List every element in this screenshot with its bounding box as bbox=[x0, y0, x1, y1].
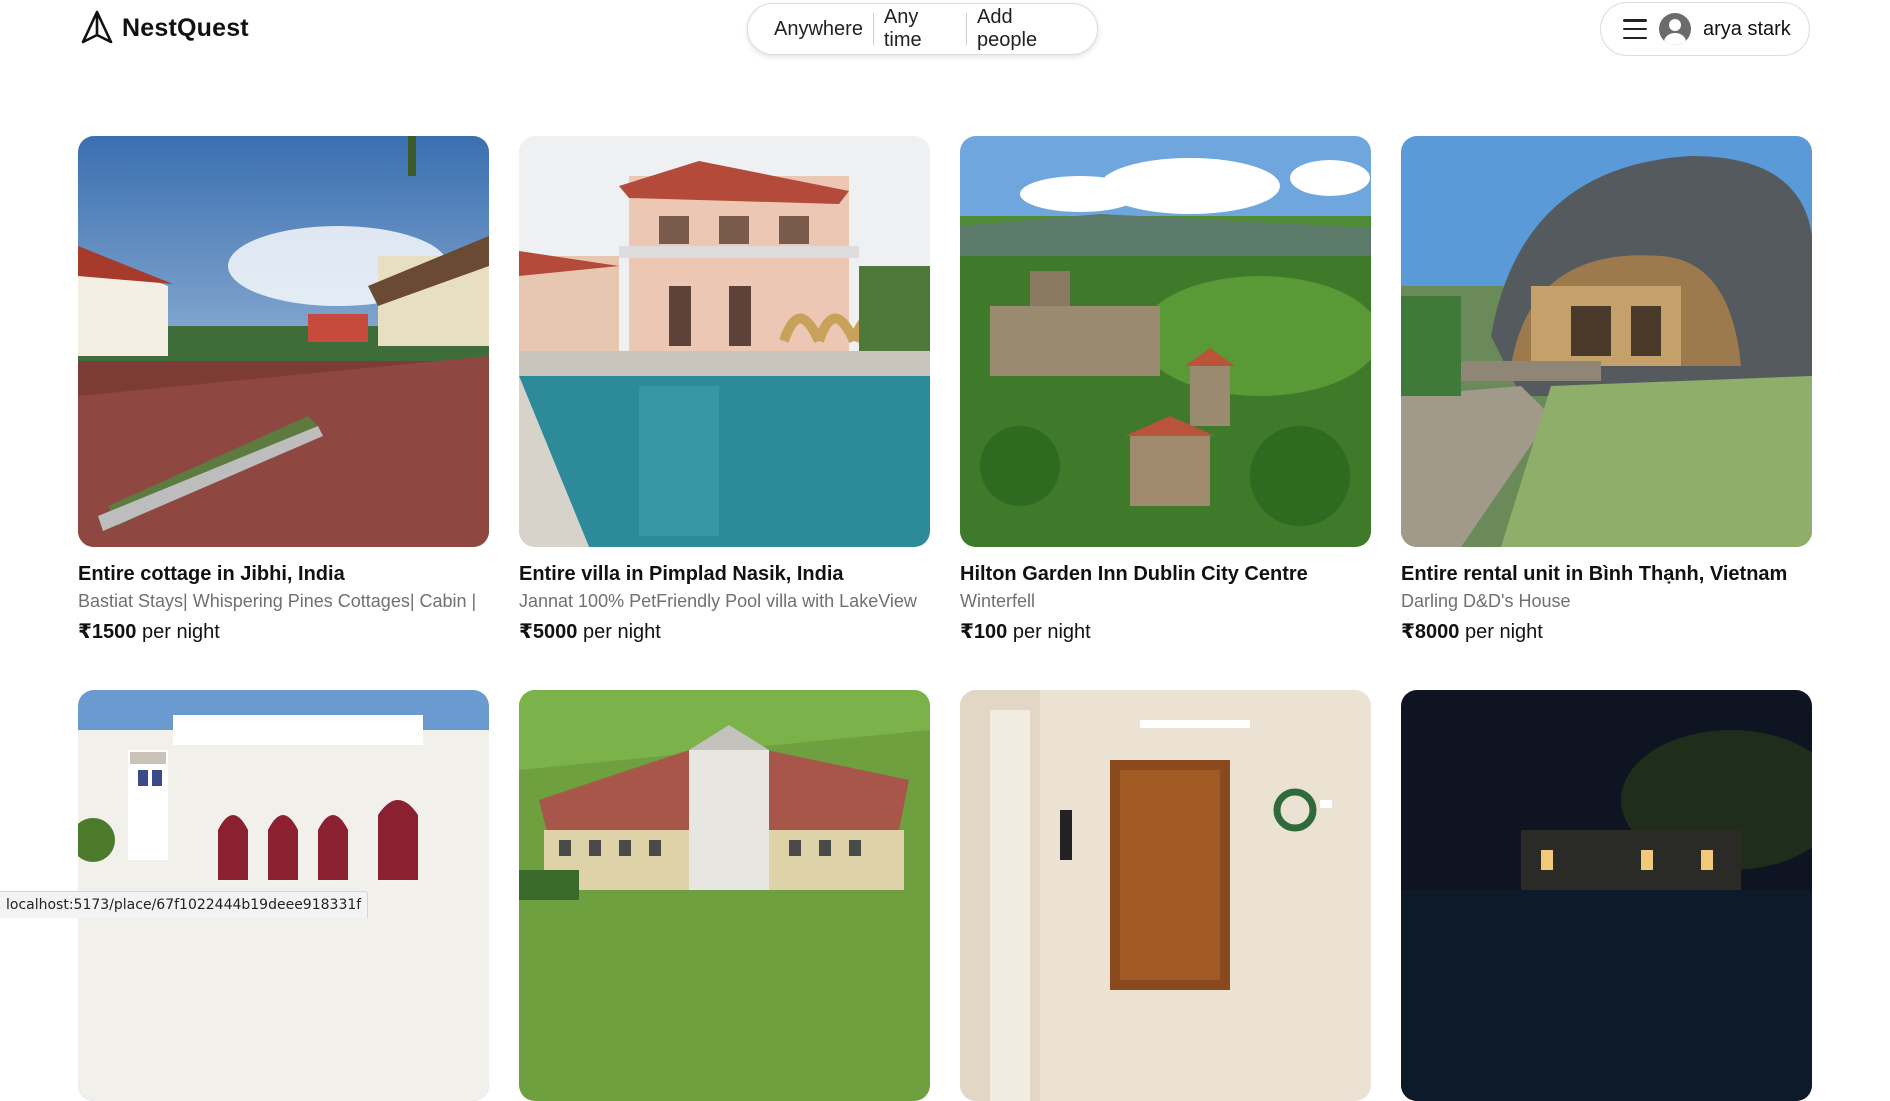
listing-title: Entire cottage in Jibhi, India bbox=[78, 563, 345, 585]
price-amount: ₹8000 bbox=[1401, 621, 1460, 643]
search-anywhere[interactable]: Anywhere bbox=[764, 18, 873, 41]
listing-photo[interactable] bbox=[1401, 136, 1812, 547]
logo[interactable]: NestQuest bbox=[80, 10, 249, 46]
price-amount: ₹1500 bbox=[78, 621, 137, 643]
price-unit: per night bbox=[577, 621, 661, 643]
avatar-icon bbox=[1659, 13, 1691, 45]
hamburger-menu-icon bbox=[1623, 19, 1647, 39]
listing-subtitle: Bastiat Stays| Whispering Pines Cottages… bbox=[78, 591, 477, 611]
listing-subtitle: Jannat 100% PetFriendly Pool villa with … bbox=[519, 591, 917, 611]
listing-photo[interactable] bbox=[78, 136, 489, 547]
price-amount: ₹5000 bbox=[519, 621, 578, 643]
browser-status-url: localhost:5173/place/67f1022444b19deee91… bbox=[0, 891, 369, 918]
listing-card[interactable] bbox=[960, 690, 1371, 1101]
search-add-people[interactable]: Add people bbox=[967, 6, 1081, 52]
price-amount: ₹100 bbox=[960, 621, 1008, 643]
listing-price: ₹100 per night bbox=[960, 619, 1371, 645]
user-name: arya stark bbox=[1703, 17, 1791, 40]
listing-title: Entire villa in Pimplad Nasik, India bbox=[519, 563, 844, 585]
listing-card[interactable] bbox=[519, 690, 930, 1101]
listing-subtitle: Darling D&D's House bbox=[1401, 591, 1571, 611]
logo-text: NestQuest bbox=[122, 13, 249, 42]
search-bar[interactable]: Anywhere Any time Add people bbox=[747, 3, 1098, 55]
listing-photo[interactable] bbox=[960, 136, 1371, 547]
price-unit: per night bbox=[136, 621, 220, 643]
listing-card[interactable]: Entire rental unit in Bình Thạnh, Vietna… bbox=[1401, 136, 1812, 645]
listing-photo[interactable] bbox=[1401, 690, 1812, 1101]
paper-plane-icon bbox=[81, 10, 113, 44]
listing-title: Entire rental unit in Bình Thạnh, Vietna… bbox=[1401, 563, 1788, 585]
price-unit: per night bbox=[1007, 621, 1091, 643]
listing-subtitle: Winterfell bbox=[960, 591, 1036, 611]
listing-price: ₹1500 per night bbox=[78, 619, 489, 645]
price-unit: per night bbox=[1459, 621, 1543, 643]
listing-title: Hilton Garden Inn Dublin City Centre bbox=[960, 563, 1308, 585]
search-any-time[interactable]: Any time bbox=[874, 6, 966, 52]
listing-price: ₹5000 per night bbox=[519, 619, 930, 645]
listing-photo[interactable] bbox=[519, 136, 930, 547]
listing-card[interactable]: Entire villa in Pimplad Nasik, India Jan… bbox=[519, 136, 930, 645]
listing-photo[interactable] bbox=[519, 690, 930, 1101]
listings-grid: Entire cottage in Jibhi, India Bastiat S… bbox=[78, 136, 1812, 1101]
user-menu-button[interactable]: arya stark bbox=[1600, 2, 1810, 56]
listing-photo[interactable] bbox=[960, 690, 1371, 1101]
listing-price: ₹8000 per night bbox=[1401, 619, 1812, 645]
listing-card[interactable]: Hilton Garden Inn Dublin City Centre Win… bbox=[960, 136, 1371, 645]
top-header: NestQuest Anywhere Any time Add people a… bbox=[0, 0, 1890, 70]
listing-card[interactable] bbox=[1401, 690, 1812, 1101]
listing-card[interactable]: Entire cottage in Jibhi, India Bastiat S… bbox=[78, 136, 489, 645]
